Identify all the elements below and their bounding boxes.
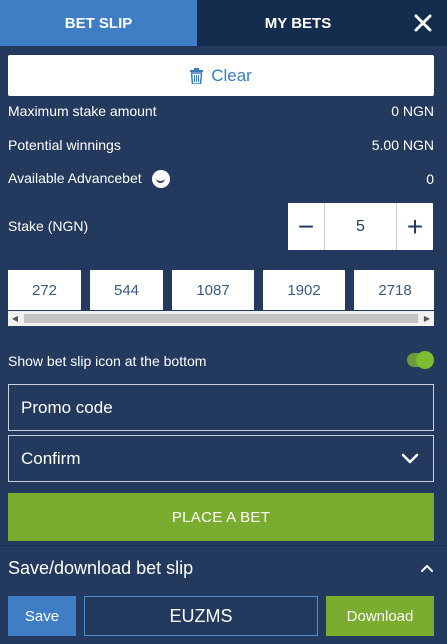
max-stake-row: Maximum stake amount 0 NGN [8, 103, 434, 119]
save-download-title: Save/download bet slip [8, 557, 194, 578]
close-icon[interactable] [398, 0, 447, 46]
quick-stake-item[interactable]: 1087 [172, 270, 254, 310]
promo-code-field[interactable]: Promo code [8, 384, 434, 431]
stake-decrease-button[interactable]: − [288, 203, 324, 250]
tab-my-bets[interactable]: MY BETS [197, 0, 398, 46]
clear-label: Clear [211, 65, 252, 85]
potential-winnings-value: 5.00 NGN [371, 137, 434, 153]
toggle-knob [416, 351, 434, 369]
save-download-header[interactable]: Save/download bet slip [8, 553, 434, 583]
trash-icon [190, 67, 204, 84]
quick-stake-list: 272 544 1087 1902 2718 [8, 270, 434, 310]
stake-row: Stake (NGN) [8, 218, 278, 234]
stake-stepper: − 5 + [288, 203, 433, 250]
stake-input[interactable]: 5 [324, 203, 397, 250]
scroll-right-icon[interactable]: ▶ [420, 311, 434, 326]
quick-stake-scrollbar[interactable]: ◀ ▶ [8, 311, 434, 326]
confirm-selected-value: Confirm [21, 448, 81, 468]
scroll-left-icon[interactable]: ◀ [8, 311, 22, 326]
show-icon-row: Show bet slip icon at the bottom [8, 353, 398, 369]
tab-bet-slip[interactable]: BET SLIP [0, 0, 197, 46]
save-button[interactable]: Save [8, 596, 76, 636]
max-stake-value: 0 NGN [391, 103, 434, 119]
advancebet-label-wrap: Available Advancebet [8, 170, 170, 189]
quick-stake-item[interactable]: 1902 [263, 270, 345, 310]
advancebet-row: Available Advancebet 0 [8, 170, 434, 189]
advancebet-value: 0 [426, 171, 434, 188]
quick-stake-item[interactable]: 2718 [354, 270, 434, 310]
save-download-controls: Save EUZMS Download [8, 596, 434, 636]
clear-button[interactable]: Clear [8, 55, 434, 96]
stake-label: Stake (NGN) [8, 218, 89, 234]
show-icon-label: Show bet slip icon at the bottom [8, 353, 207, 369]
bet-slip-code-input[interactable]: EUZMS [84, 596, 318, 636]
show-icon-toggle[interactable] [407, 351, 434, 369]
promo-code-placeholder: Promo code [21, 397, 113, 417]
quick-stake-item[interactable]: 272 [8, 270, 81, 310]
quick-stake-item[interactable]: 544 [90, 270, 163, 310]
bet-slip-tabs: BET SLIP MY BETS [0, 0, 447, 46]
chevron-up-icon [421, 564, 433, 572]
smile-icon[interactable] [151, 170, 170, 189]
scroll-thumb[interactable] [24, 314, 418, 323]
download-button[interactable]: Download [326, 596, 434, 636]
potential-winnings-row: Potential winnings 5.00 NGN [8, 137, 434, 153]
section-divider [0, 545, 447, 546]
place-bet-button[interactable]: PLACE A BET [8, 493, 434, 541]
advancebet-label: Available Advancebet [8, 170, 142, 186]
stake-increase-button[interactable]: + [397, 203, 433, 250]
chevron-down-icon [401, 453, 419, 464]
potential-winnings-label: Potential winnings [8, 137, 121, 153]
max-stake-label: Maximum stake amount [8, 103, 157, 119]
confirm-select[interactable]: Confirm [8, 435, 434, 482]
